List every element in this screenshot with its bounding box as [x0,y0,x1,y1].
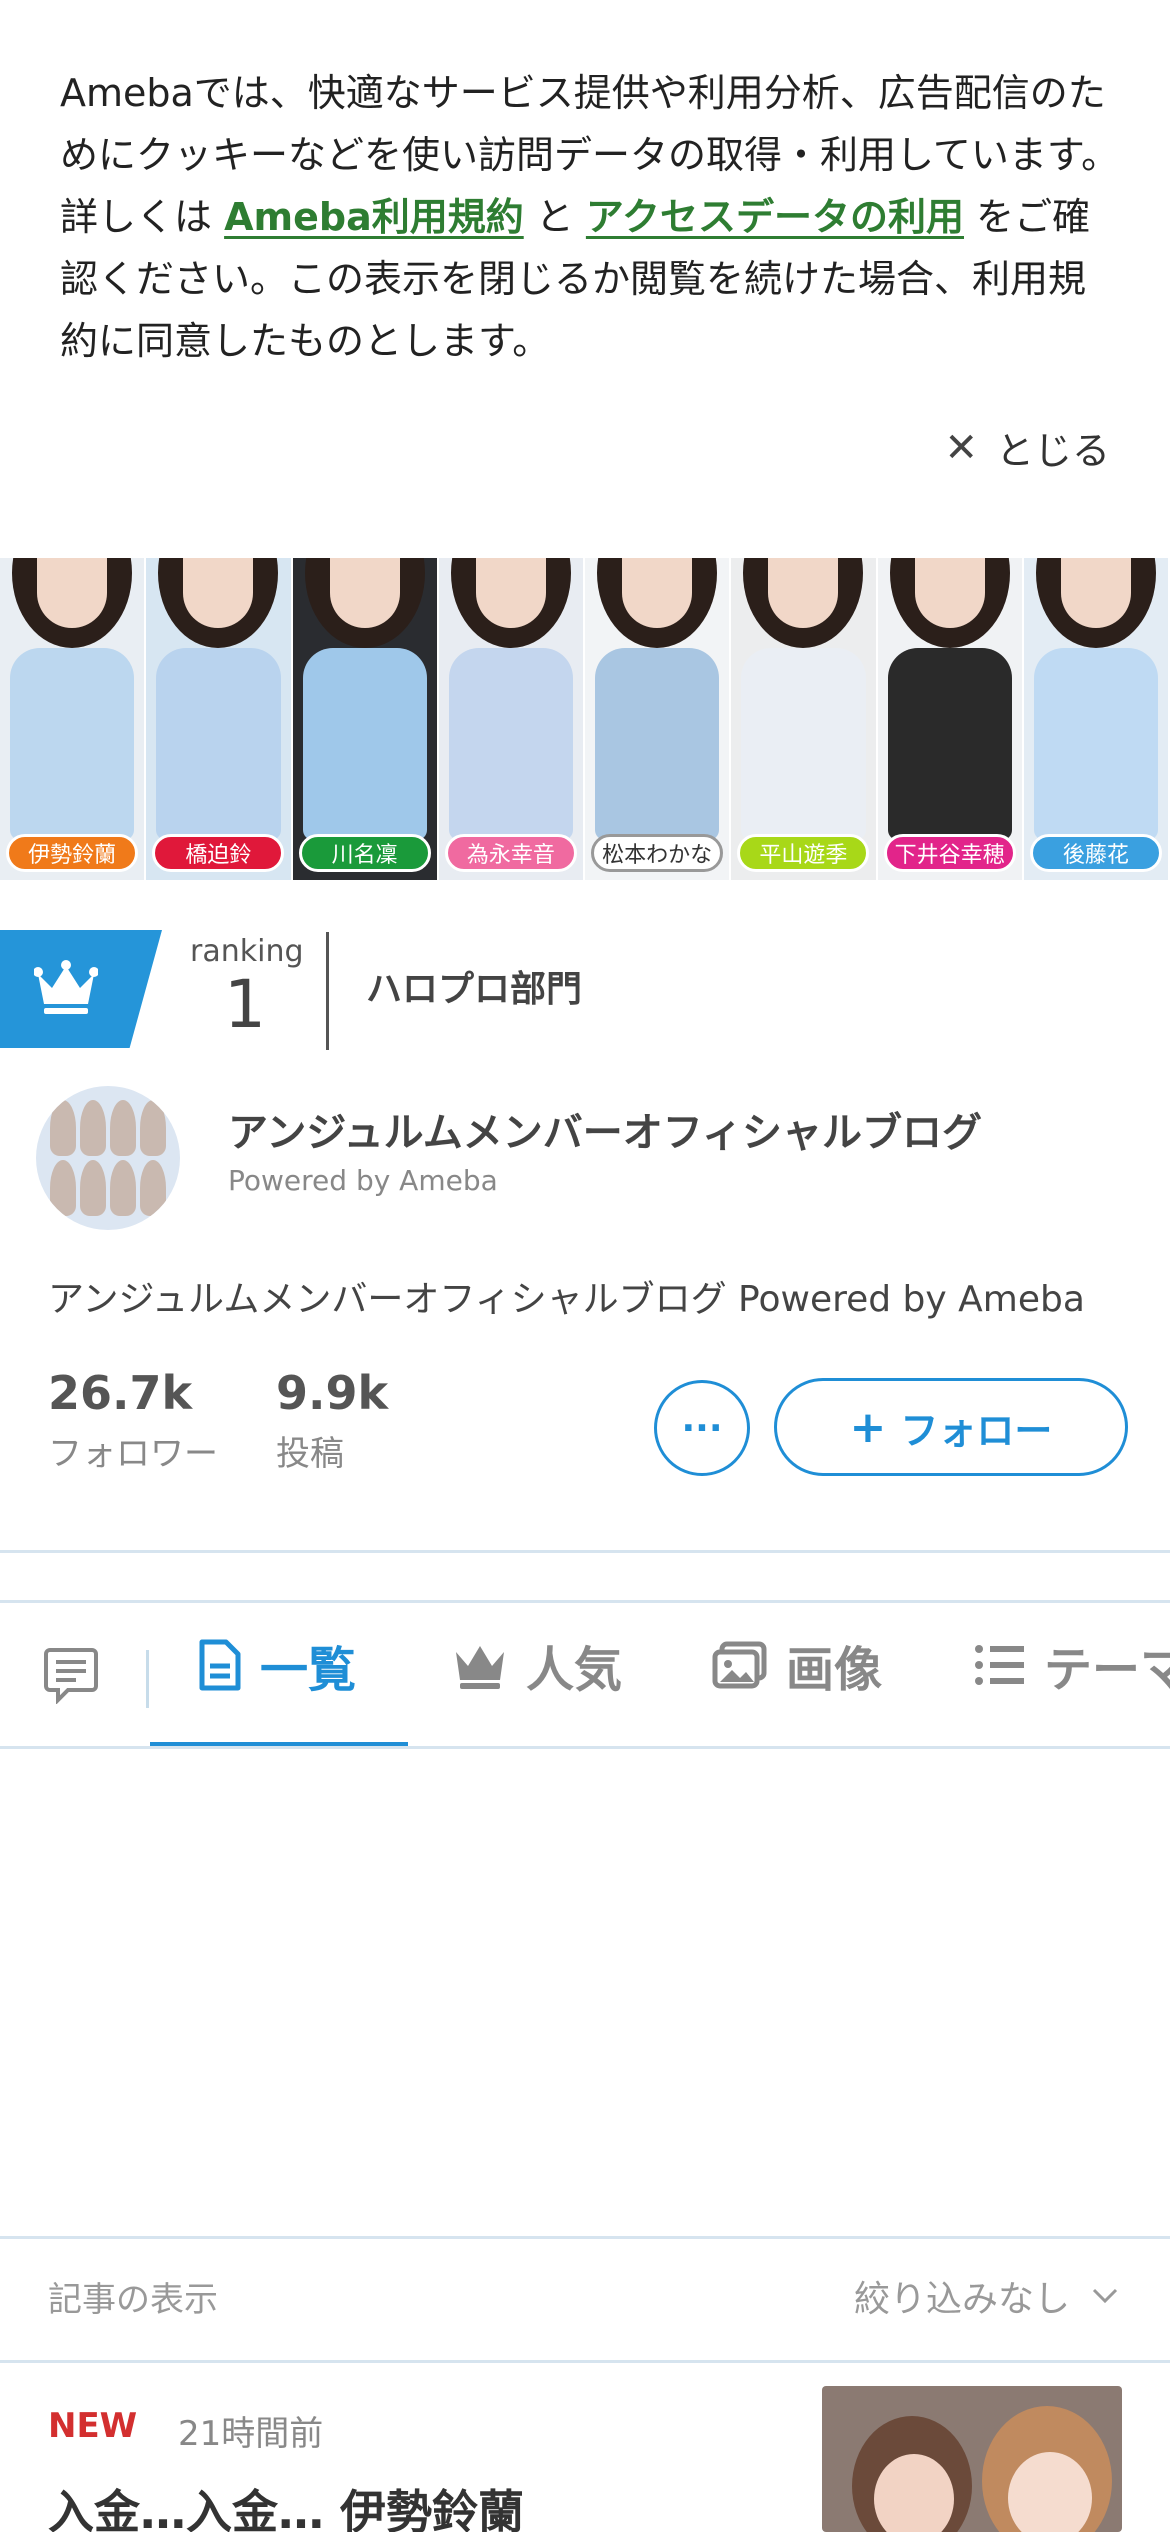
tab-label: テーマ [1044,1642,1170,1698]
member-name-tag: 川名凜 [298,834,431,872]
document-icon [199,1639,241,1691]
article-title[interactable]: 入金…入金… 伊勢鈴蘭 [48,2476,524,2532]
member-photo: 為永幸音 [438,558,585,880]
member-photo: 川名凜 [292,558,439,880]
tab-bar: 一覧 人気 画像 テーマ [0,1604,1170,1749]
tab-label: 画像 [786,1642,883,1698]
chevron-down-icon [1092,2288,1118,2304]
ranking-divider [326,932,329,1050]
divider [0,1600,1170,1603]
header-banner-image: 伊勢鈴蘭 橋迫鈴 川名凜 為永幸音 松本わかな 平山遊季 下井谷幸穂 後藤花 [0,558,1170,880]
filter-value: 絞り込みなし [853,2279,1070,2320]
member-photo: 松本わかな [585,558,732,880]
plus-icon: + [849,1401,887,1453]
cookie-close-button[interactable]: ✕ とじる [944,420,1110,475]
member-photo: 橋迫鈴 [146,558,293,880]
member-name-tag: 橋迫鈴 [152,834,285,872]
ranking-section: ranking 1 ハロプロ部門 [0,930,1170,1050]
divider [0,1746,1170,1749]
avatar[interactable] [36,1086,180,1230]
tab-themes[interactable]: テーマ [974,1630,1170,1700]
follow-button[interactable]: + フォロー [774,1378,1128,1476]
divider [0,2360,1170,2363]
tab-label: 一覧 [260,1642,357,1698]
new-badge: NEW [48,2406,138,2446]
posts-count: 9.9k [276,1366,389,1420]
more-icon: ··· [681,1407,723,1449]
posts-label: 投稿 [276,1434,344,1474]
followers-label[interactable]: フォロワー [48,1426,218,1475]
member-name-tag: 平山遊季 [737,834,870,872]
blog-top-icon[interactable] [44,1646,98,1704]
member-name-tag: 伊勢鈴蘭 [6,834,139,872]
more-button[interactable]: ··· [654,1380,750,1476]
divider [0,1550,1170,1553]
blog-title[interactable]: アンジュルムメンバーオフィシャルブログ [228,1100,982,1158]
member-name-tag: 為永幸音 [444,834,577,872]
tab-images[interactable]: 画像 [712,1630,882,1700]
images-icon [712,1641,767,1689]
member-photo: 平山遊季 [731,558,878,880]
tab-popular[interactable]: 人気 [452,1630,622,1700]
list-icon [975,1645,1024,1685]
ranking-department[interactable]: ハロプロ部門 [366,960,582,1012]
access-data-link[interactable]: アクセスデータの利用 [586,195,964,239]
member-photo: 伊勢鈴蘭 [0,558,147,880]
divider [0,2236,1170,2239]
powered-by: Powered by Ameba [228,1164,498,1197]
member-photo: 下井谷幸穂 [877,558,1024,880]
terms-link[interactable]: Ameba利用規約 [224,195,524,239]
tab-divider [146,1650,149,1708]
followers-count[interactable]: 26.7k [48,1366,192,1420]
ranking-number: 1 [224,966,266,1043]
article-time: 21時間前 [178,2414,324,2454]
crown-icon [34,960,98,1014]
member-name-tag: 下井谷幸穂 [883,834,1016,872]
article-thumbnail[interactable] [822,2386,1122,2532]
cookie-text-part: と [523,195,586,239]
member-photo: 後藤花 [1023,558,1170,880]
close-icon: ✕ [944,424,978,471]
tab-label: 人気 [526,1642,623,1698]
member-name-tag: 後藤花 [1029,834,1162,872]
crown-icon [456,1646,504,1689]
cookie-text: Amebaでは、快適なサービス提供や利用分析、広告配信のためにクッキーなどを使い… [60,62,1120,372]
follow-label: フォロー [900,1408,1053,1453]
ranking-badge [0,930,162,1048]
ranking-label: ranking [190,934,304,969]
filter-dropdown[interactable]: 絞り込みなし [854,2270,1118,2322]
tab-list[interactable]: 一覧 [198,1630,356,1700]
close-label: とじる [995,429,1110,473]
member-name-tag: 松本わかな [591,834,724,872]
cookie-banner: Amebaでは、快適なサービス提供や利用分析、広告配信のためにクッキーなどを使い… [0,0,1170,540]
filter-label: 記事の表示 [48,2280,218,2320]
blog-description: アンジュルムメンバーオフィシャルブログ Powered by Ameba [48,1279,1085,1320]
